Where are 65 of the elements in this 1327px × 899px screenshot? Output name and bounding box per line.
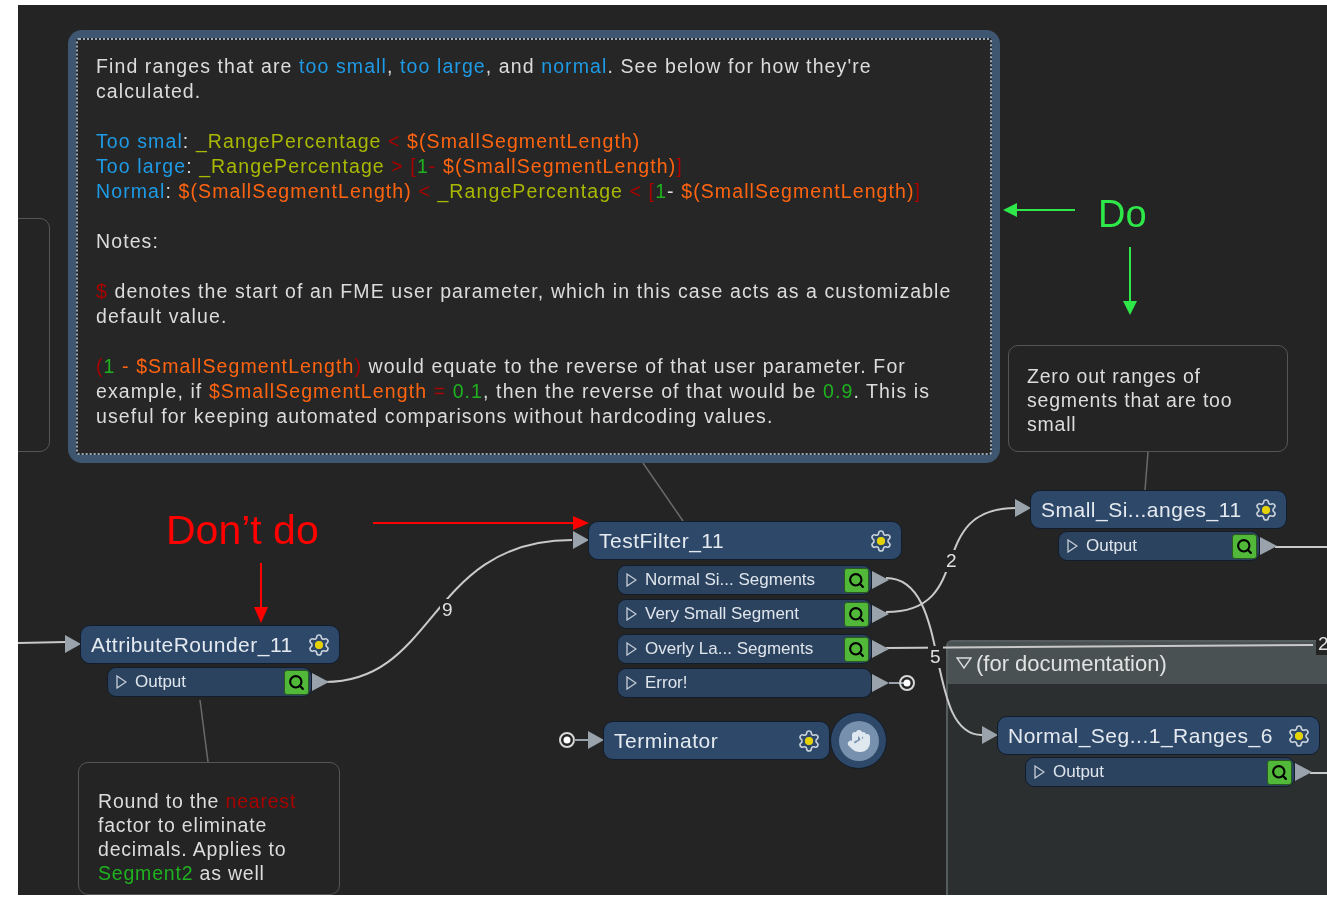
- feature-count: 2: [944, 550, 959, 572]
- input-arrow-icon: [65, 635, 81, 653]
- port-arrow-icon: [872, 605, 889, 623]
- port-arrow-icon: [312, 673, 329, 691]
- output-port[interactable]: Normal Si... Segments: [617, 565, 872, 595]
- transformer-node[interactable]: AttributeRounder_11: [80, 625, 340, 664]
- annotation-text: Find ranges that are too small, too large, and normal. See below for how they're calculated.: [96, 54, 873, 104]
- annotation-text: Too smal: _RangePercentage < $(SmallSegmentLength) Too large: _RangePercentage > [1- $(SmallSegmentLength)] Normal: $(SmallSegmentLength) < _RangePercentage < [1- $(SmallSegmentLength)]: [96, 129, 923, 204]
- input-arrow-icon: [982, 726, 998, 744]
- inspect-icon[interactable]: [284, 669, 309, 695]
- triangle-icon: [626, 607, 637, 621]
- output-port[interactable]: Very Small Segment: [617, 599, 872, 629]
- output-terminal-icon: [889, 673, 916, 693]
- marker-label: Don’t do: [166, 506, 319, 555]
- connection-line: [1274, 546, 1327, 548]
- port-arrow-icon: [872, 640, 889, 658]
- collapse-icon[interactable]: [956, 656, 972, 670]
- triangle-icon: [626, 676, 637, 690]
- port-arrow-icon: [1295, 763, 1312, 781]
- output-port[interactable]: Output: [1025, 757, 1295, 787]
- output-port[interactable]: Output: [1058, 531, 1260, 561]
- leader-line: [199, 699, 209, 763]
- gear-icon[interactable]: [869, 528, 893, 553]
- input-terminal-icon: [558, 731, 590, 749]
- leader-line: [1144, 451, 1149, 491]
- input-arrow-icon: [573, 531, 589, 549]
- annotation-text: (1 - $SmallSegmentLength) would equate to the reverse of that user parameter. For example, if $SmallSegmentLength = 0.1, then the reverse of that would be 0.9. This is useful for keeping automated comparisons without hardcoding values.: [96, 354, 932, 429]
- gear-icon[interactable]: [1254, 497, 1278, 522]
- transformer-node[interactable]: TestFilter_11: [588, 521, 902, 560]
- annotation-arrow: [253, 563, 269, 623]
- bookmark-title: (for documentation): [976, 649, 1167, 678]
- marker-label: Do: [1098, 192, 1147, 237]
- connection-line: [1309, 772, 1327, 774]
- transformer-node[interactable]: Normal_Seg...1_Ranges_6: [997, 716, 1320, 755]
- inspect-icon[interactable]: [844, 567, 869, 593]
- triangle-icon: [626, 642, 637, 656]
- connection-line: [18, 641, 67, 644]
- port-arrow-icon: [872, 571, 889, 589]
- triangle-icon: [1067, 539, 1078, 553]
- annotation-arrow: [1122, 247, 1138, 315]
- output-port[interactable]: Output: [107, 667, 312, 697]
- annotation-text: Notes:: [96, 229, 160, 254]
- inspect-icon[interactable]: [844, 601, 869, 627]
- inspect-icon[interactable]: [1232, 533, 1257, 559]
- output-port[interactable]: Overly La... Segments: [617, 634, 872, 664]
- gear-icon[interactable]: [1287, 723, 1311, 748]
- output-port[interactable]: Error!: [617, 668, 872, 698]
- triangle-icon: [116, 675, 127, 689]
- annotation-text: Zero out ranges of segments that are too small: [1027, 364, 1234, 436]
- inspect-icon[interactable]: [844, 636, 869, 662]
- input-arrow-icon: [588, 731, 604, 749]
- transformer-node[interactable]: Small_Si...anges_11: [1030, 490, 1287, 529]
- triangle-icon: [626, 573, 637, 587]
- inspect-icon[interactable]: [1267, 759, 1292, 785]
- input-arrow-icon: [1015, 499, 1031, 517]
- port-arrow-icon: [872, 674, 889, 692]
- port-arrow-icon: [1260, 537, 1277, 555]
- gear-icon[interactable]: [307, 632, 331, 657]
- gear-icon[interactable]: [797, 728, 821, 753]
- feature-count: 5: [928, 646, 943, 668]
- triangle-icon: [1034, 765, 1045, 779]
- transformer-node[interactable]: Terminator: [603, 721, 830, 760]
- annotation-text: $ denotes the start of an FME user parameter, which in this case acts as a customizable default value.: [96, 279, 953, 329]
- annotation-text: Round to the nearest factor to eliminate decimals. Applies to Segment2 as well: [98, 789, 298, 885]
- leader-line: [642, 462, 684, 522]
